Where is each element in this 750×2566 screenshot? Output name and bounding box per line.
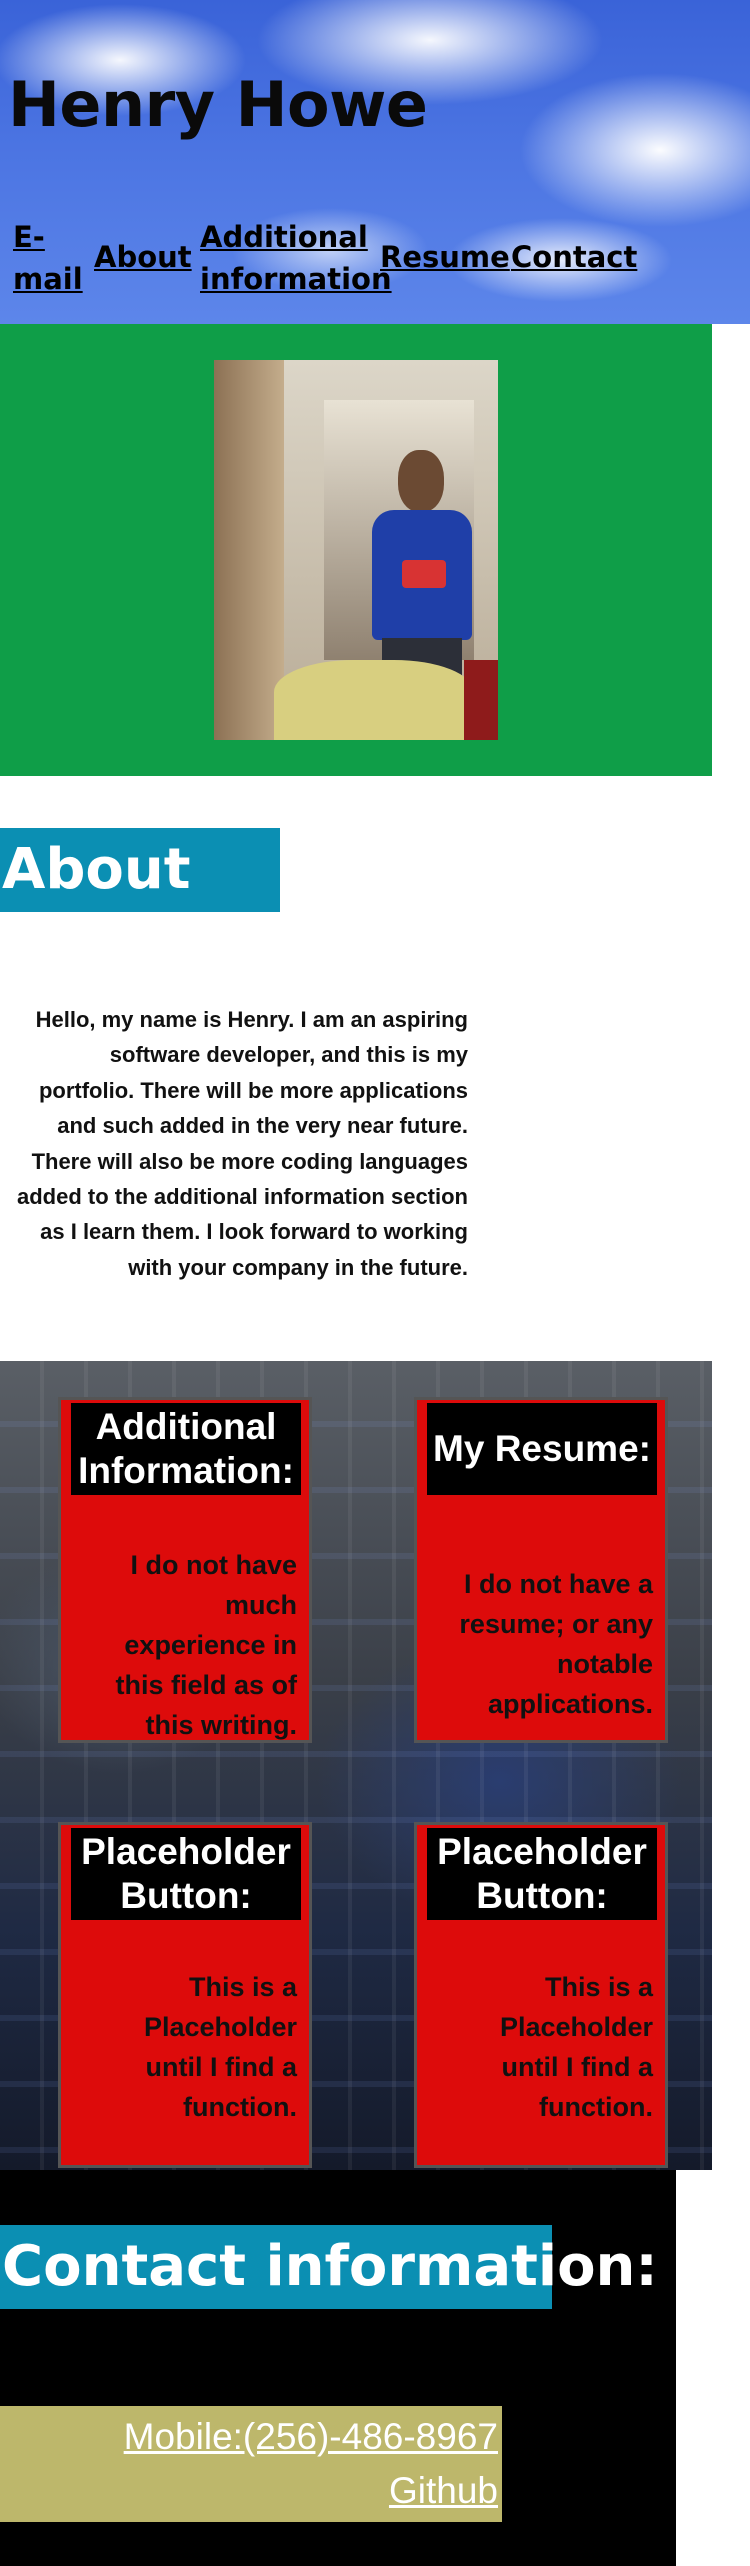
photo-shirt-print [402, 560, 446, 588]
tile-title: Placeholder Button: [427, 1828, 657, 1920]
photo-towel [464, 660, 498, 740]
tile-placeholder-button-1[interactable]: Placeholder Button: This is a Placeholde… [58, 1822, 312, 2168]
main-nav: E-mail About Additional information Resu… [0, 214, 750, 304]
site-title: Henry Howe [8, 68, 428, 141]
nav-link-about[interactable]: About [94, 236, 192, 278]
site-header: Henry Howe E-mail About Additional infor… [0, 0, 750, 324]
photo-doorframe [214, 360, 284, 740]
tile-my-resume[interactable]: My Resume: I do not have a resume; or an… [414, 1397, 668, 1743]
contact-section: Contact information: Mobile:(256)-486-89… [0, 2170, 676, 2566]
profile-photo [214, 360, 498, 740]
contact-mobile-link[interactable]: Mobile:(256)-486-8967 [124, 2410, 498, 2464]
nav-link-email[interactable]: E-mail [13, 216, 83, 300]
info-tiles-section: Additional Information: I do not have mu… [0, 1361, 712, 2170]
photo-sink [274, 660, 474, 740]
tile-text: I do not have a resume; or any notable a… [459, 1569, 653, 1719]
tile-text: This is a Placeholder until I find a fun… [143, 1972, 297, 2122]
contact-heading: Contact information: [0, 2225, 658, 2309]
tile-title: My Resume: [427, 1403, 657, 1495]
tile-title: Additional Information: [71, 1403, 301, 1495]
tile-text: This is a Placeholder until I find a fun… [499, 1972, 653, 2122]
nav-link-contact[interactable]: Contact [511, 236, 637, 278]
nav-link-resume[interactable]: Resume [380, 236, 510, 278]
tile-title: Placeholder Button: [71, 1828, 301, 1920]
tile-text: I do not have much experience in this fi… [115, 1550, 297, 1740]
about-text: Hello, my name is Henry. I am an aspirin… [16, 1007, 468, 1280]
about-heading: About me: [0, 828, 280, 986]
tile-additional-information[interactable]: Additional Information: I do not have mu… [58, 1397, 312, 1743]
profile-photo-section [0, 324, 712, 776]
contact-github-link[interactable]: Github [389, 2464, 498, 2518]
photo-person-head [398, 450, 444, 512]
tile-placeholder-button-2[interactable]: Placeholder Button: This is a Placeholde… [414, 1822, 668, 2168]
contact-links-box: Mobile:(256)-486-8967 Github [0, 2406, 502, 2522]
